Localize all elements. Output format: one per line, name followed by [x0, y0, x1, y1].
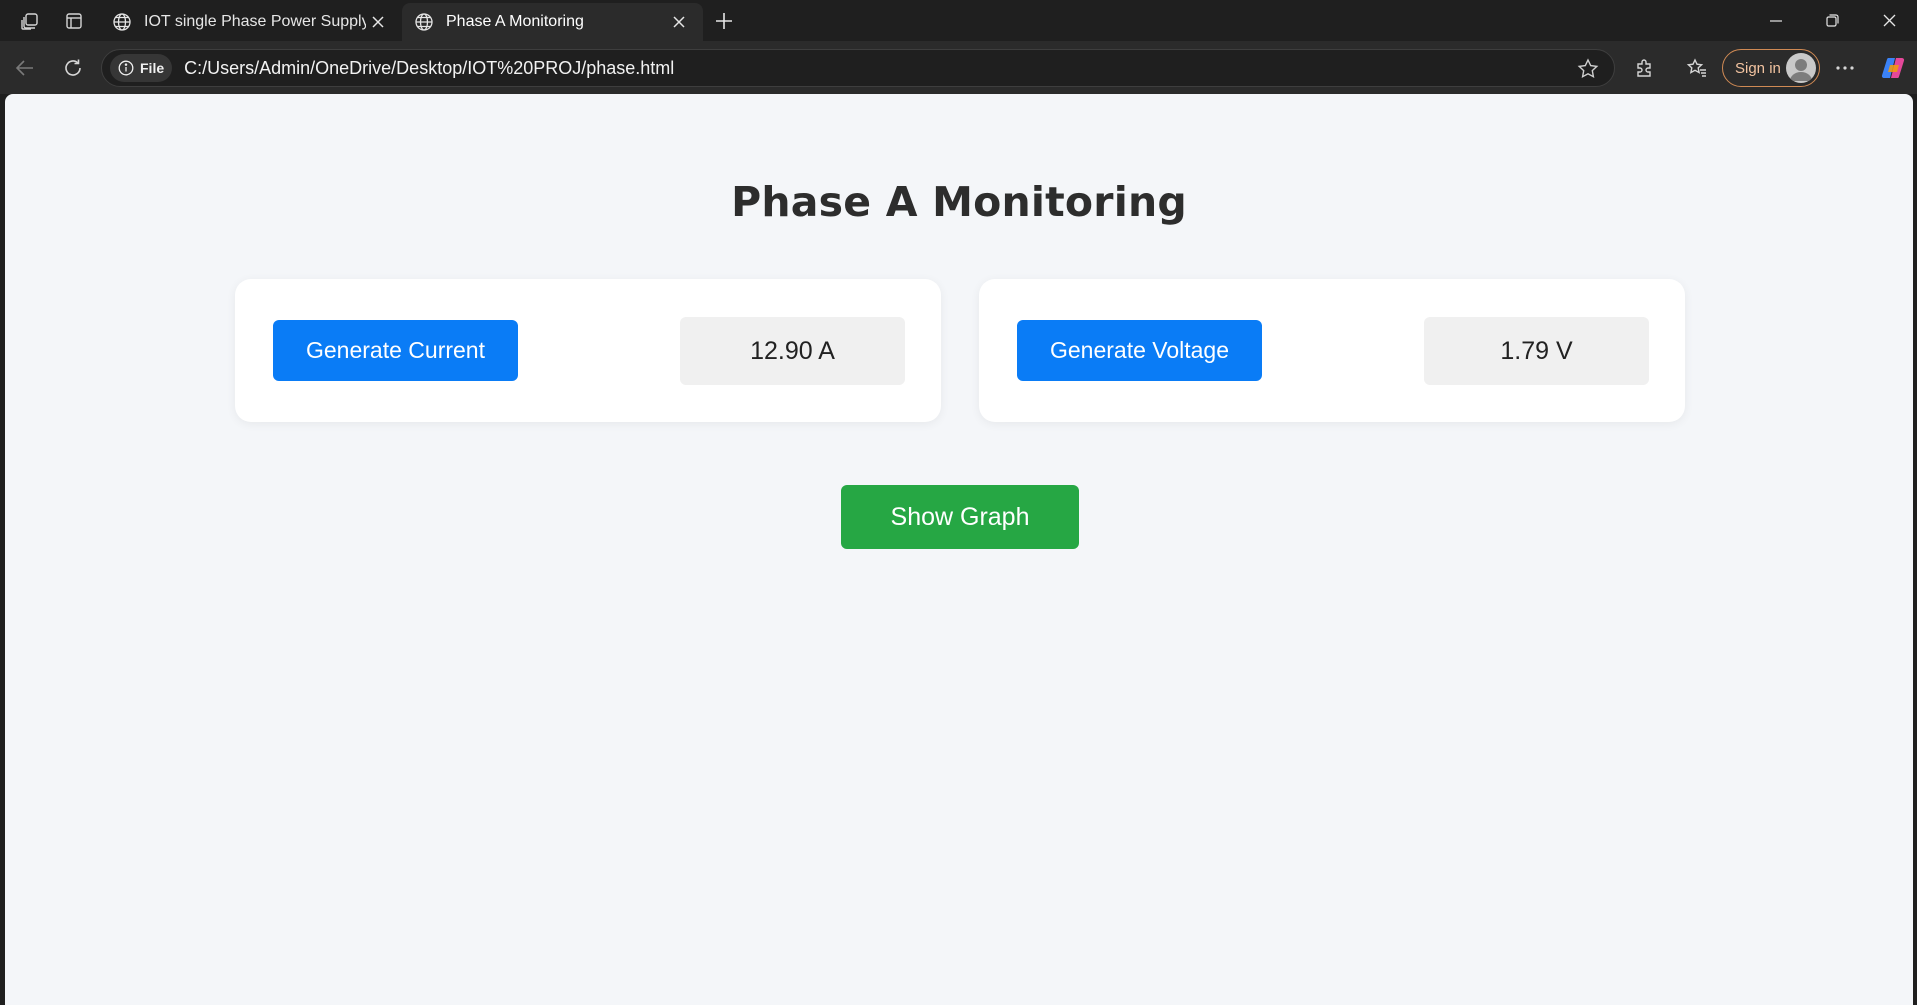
favorites-button[interactable]	[1674, 41, 1720, 94]
tab-phase-a[interactable]: Phase A Monitoring	[402, 3, 703, 41]
favorite-star-icon[interactable]	[1576, 57, 1600, 81]
sign-in-label: Sign in	[1735, 59, 1781, 77]
minimize-button[interactable]	[1747, 0, 1804, 41]
close-icon	[372, 16, 384, 28]
show-graph-button[interactable]: Show Graph	[841, 485, 1079, 549]
info-icon	[118, 60, 134, 76]
globe-icon	[415, 13, 433, 31]
voltage-value: 1.79 V	[1424, 317, 1649, 385]
page-viewport: Phase A Monitoring Generate Current 12.9…	[5, 94, 1913, 1005]
tab-title: IOT single Phase Power Supply	[144, 13, 366, 30]
restore-button[interactable]	[1804, 0, 1861, 41]
more-dots-icon	[1836, 65, 1854, 70]
voltage-card: Generate Voltage 1.79 V	[979, 279, 1685, 422]
tab-title: Phase A Monitoring	[446, 13, 584, 30]
workspaces-icon	[21, 12, 38, 30]
puzzle-icon	[1637, 58, 1651, 77]
avatar-icon	[1786, 53, 1816, 83]
tab-strip: IOT single Phase Power Supply Phase A Mo…	[0, 0, 1917, 41]
globe-icon	[113, 13, 131, 31]
url-text[interactable]: C:/Users/Admin/OneDrive/Desktop/IOT%20PR…	[184, 58, 674, 79]
generate-current-button[interactable]: Generate Current	[273, 320, 518, 381]
page-title: Phase A Monitoring	[731, 178, 1187, 226]
minimize-icon	[1769, 19, 1782, 22]
site-info-chip[interactable]: File	[110, 54, 173, 82]
plus-icon	[716, 12, 732, 29]
tab-iot-supply[interactable]: IOT single Phase Power Supply	[100, 3, 402, 41]
close-window-button[interactable]	[1861, 0, 1917, 41]
copilot-button[interactable]	[1870, 41, 1916, 94]
scheme-label: File	[140, 60, 165, 76]
close-icon	[673, 16, 685, 28]
workspaces-button[interactable]	[8, 0, 52, 41]
back-arrow-icon	[15, 59, 33, 76]
close-tab-button[interactable]	[667, 10, 691, 34]
favorites-icon	[1686, 57, 1706, 77]
settings-more-button[interactable]	[1822, 41, 1868, 94]
close-tab-button[interactable]	[366, 10, 390, 34]
close-icon	[1883, 14, 1896, 27]
browser-toolbar: File C:/Users/Admin/OneDrive/Desktop/IOT…	[0, 41, 1917, 94]
restore-icon	[1826, 14, 1839, 27]
address-bar[interactable]: File C:/Users/Admin/OneDrive/Desktop/IOT…	[101, 49, 1615, 87]
current-value: 12.90 A	[680, 317, 905, 385]
back-button[interactable]	[2, 41, 48, 94]
sign-in-button[interactable]: Sign in	[1722, 49, 1820, 87]
tab-actions-button[interactable]	[52, 0, 96, 41]
extensions-button[interactable]	[1622, 41, 1668, 94]
vertical-tabs-icon	[66, 12, 82, 29]
new-tab-button[interactable]	[703, 0, 745, 41]
refresh-button[interactable]	[50, 41, 96, 94]
current-card: Generate Current 12.90 A	[235, 279, 941, 422]
refresh-icon	[65, 59, 81, 76]
copilot-icon	[1881, 57, 1905, 78]
generate-voltage-button[interactable]: Generate Voltage	[1017, 320, 1262, 381]
